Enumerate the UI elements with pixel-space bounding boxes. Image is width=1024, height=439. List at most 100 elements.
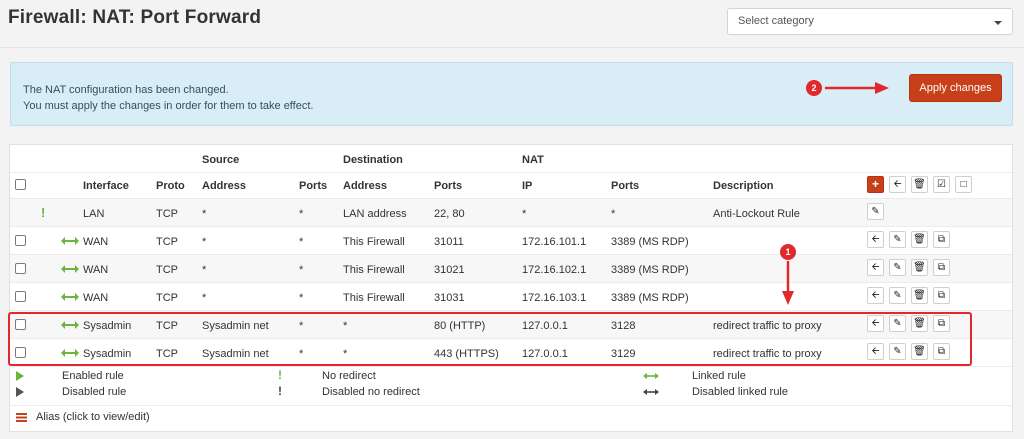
cell-destination-ports: 31021 xyxy=(434,264,465,276)
clone-icon[interactable]: ⧉ xyxy=(933,231,950,248)
pencil-icon[interactable]: ✎ xyxy=(889,259,906,276)
legend-disabled-linked-rule: Disabled linked rule xyxy=(692,386,788,398)
select-all-checkbox[interactable] xyxy=(15,179,26,190)
table-column-header: Interface Proto Address Ports Address Po… xyxy=(10,172,1012,199)
trash-icon[interactable]: 🗑 xyxy=(911,176,928,193)
apply-changes-button[interactable]: Apply changes xyxy=(909,74,1002,102)
cell-nat-ports: 3389 (MS RDP) xyxy=(611,292,689,304)
col-nat-ip: IP xyxy=(522,180,533,192)
cell-proto: TCP xyxy=(156,236,178,248)
pencil-icon[interactable]: ✎ xyxy=(889,231,906,248)
cell-destination-address: This Firewall xyxy=(343,236,405,248)
cell-destination-address: This Firewall xyxy=(343,264,405,276)
col-destination-ports: Ports xyxy=(434,180,463,192)
enabled-rule-icon xyxy=(16,371,24,381)
legend-divider xyxy=(9,405,1013,406)
cell-source-address: * xyxy=(202,208,207,220)
chevron-down-icon xyxy=(994,21,1002,25)
config-changed-alert: The NAT configuration has been changed. … xyxy=(10,62,1013,126)
cell-interface: LAN xyxy=(83,208,105,220)
cell-nat-ip: 172.16.102.1 xyxy=(522,264,587,276)
cell-destination-ports: 31011 xyxy=(434,236,464,248)
trash-icon[interactable]: 🗑 xyxy=(911,231,928,248)
group-header-source: Source xyxy=(202,154,240,166)
table-row: ! LAN TCP * * LAN address 22, 80 * * Ant… xyxy=(10,199,1012,227)
cell-nat-ip: * xyxy=(522,208,527,220)
alert-message-line1: The NAT configuration has been changed. xyxy=(23,84,229,96)
cell-proto: TCP xyxy=(156,264,178,276)
group-header-destination: Destination xyxy=(343,154,403,166)
check-square-icon[interactable]: ☑ xyxy=(933,176,950,193)
cell-source-address: * xyxy=(202,264,207,276)
category-select[interactable]: Select category xyxy=(727,8,1013,35)
col-source-address: Address xyxy=(202,180,247,192)
cell-nat-ports: 3389 (MS RDP) xyxy=(611,264,689,276)
col-interface: Interface xyxy=(83,180,129,192)
category-select-placeholder: Select category xyxy=(738,15,814,27)
cell-destination-ports: 31031 xyxy=(434,292,465,304)
port-forward-table: Source Destination NAT Interface Proto A… xyxy=(9,144,1013,432)
cell-interface: WAN xyxy=(83,264,109,276)
row-checkbox[interactable] xyxy=(15,263,26,274)
clone-icon[interactable]: ⧉ xyxy=(933,287,950,304)
cell-interface: WAN xyxy=(83,236,109,248)
table-row: WAN TCP * * This Firewall 31031 172.16.1… xyxy=(10,283,1012,311)
row-checkbox[interactable] xyxy=(15,235,26,246)
cell-proto: TCP xyxy=(156,208,178,220)
arrow-left-icon[interactable]: 🡨 xyxy=(867,259,884,276)
cell-destination-address: LAN address xyxy=(343,208,407,220)
legend-disabled-no-redirect: Disabled no redirect xyxy=(322,386,420,398)
linked-rule-icon xyxy=(61,293,79,301)
callout-arrow-down-icon xyxy=(782,261,794,305)
table-group-header: Source Destination NAT xyxy=(10,145,1012,173)
linked-rule-icon xyxy=(643,373,659,379)
cell-source-ports: * xyxy=(299,292,304,304)
legend-no-redirect: No redirect xyxy=(322,370,376,382)
clone-icon[interactable]: ⧉ xyxy=(933,259,950,276)
callout-badge-2: 2 xyxy=(806,80,822,96)
square-icon[interactable]: □ xyxy=(955,176,972,193)
group-header-nat: NAT xyxy=(522,154,544,166)
col-nat-ports: Ports xyxy=(611,180,640,192)
disabled-rule-icon xyxy=(16,387,24,397)
cell-interface: WAN xyxy=(83,292,109,304)
cell-source-ports: * xyxy=(299,208,304,220)
cell-source-address: * xyxy=(202,292,207,304)
alert-message-line2: You must apply the changes in order for … xyxy=(23,100,314,112)
cell-destination-address: This Firewall xyxy=(343,292,405,304)
callout-badge-1: 1 xyxy=(780,244,796,260)
top-bar: Firewall: NAT: Port Forward Select categ… xyxy=(0,0,1024,48)
highlight-box xyxy=(8,312,972,366)
arrow-left-icon[interactable]: 🡨 xyxy=(889,176,906,193)
page-title: Firewall: NAT: Port Forward xyxy=(8,7,262,28)
arrow-left-icon[interactable]: 🡨 xyxy=(867,231,884,248)
no-redirect-icon: ! xyxy=(278,368,282,382)
table-row: WAN TCP * * This Firewall 31011 172.16.1… xyxy=(10,227,1012,255)
col-description: Description xyxy=(713,180,774,192)
cell-source-ports: * xyxy=(299,236,304,248)
trash-icon[interactable]: 🗑 xyxy=(911,287,928,304)
trash-icon[interactable]: 🗑 xyxy=(911,259,928,276)
pencil-icon[interactable]: ✎ xyxy=(867,203,884,220)
cell-nat-ip: 172.16.101.1 xyxy=(522,236,587,248)
table-row: WAN TCP * * This Firewall 31021 172.16.1… xyxy=(10,255,1012,283)
plus-icon[interactable]: + xyxy=(867,176,884,193)
row-checkbox[interactable] xyxy=(15,291,26,302)
pencil-icon[interactable]: ✎ xyxy=(889,287,906,304)
no-redirect-icon: ! xyxy=(41,205,46,220)
callout-arrow-icon xyxy=(825,82,889,94)
col-source-ports: Ports xyxy=(299,180,328,192)
list-icon xyxy=(16,413,27,422)
disabled-linked-rule-icon xyxy=(643,389,659,395)
arrow-left-icon[interactable]: 🡨 xyxy=(867,287,884,304)
cell-description: Anti-Lockout Rule xyxy=(713,208,800,220)
cell-nat-ip: 172.16.103.1 xyxy=(522,292,587,304)
col-destination-address: Address xyxy=(343,180,388,192)
col-proto: Proto xyxy=(156,180,185,192)
cell-source-ports: * xyxy=(299,264,304,276)
cell-proto: TCP xyxy=(156,292,178,304)
cell-nat-ports: 3389 (MS RDP) xyxy=(611,236,689,248)
legend-enabled-rule: Enabled rule xyxy=(62,370,124,382)
linked-rule-icon xyxy=(61,237,79,245)
disabled-no-redirect-icon: ! xyxy=(278,384,282,398)
